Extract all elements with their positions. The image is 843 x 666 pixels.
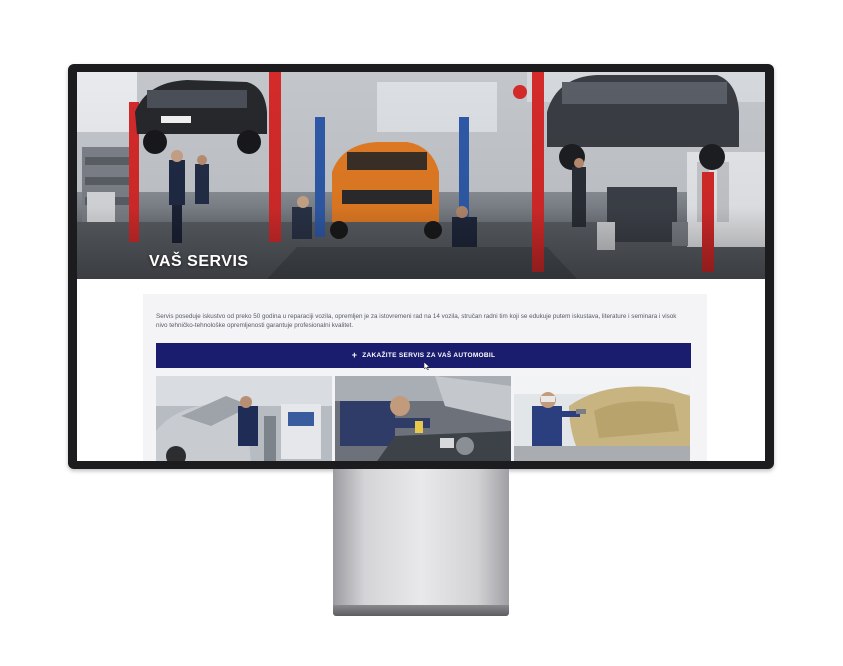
plus-icon: + (351, 350, 358, 360)
website-screen: VAŠ SERVIS Servis poseduje iskustvo od p… (77, 72, 765, 461)
gallery-image-mechanic[interactable] (335, 376, 511, 461)
page-title: VAŠ SERVIS (149, 253, 249, 270)
mouse-cursor-icon (424, 362, 430, 370)
gallery-image-diagnostics[interactable] (156, 376, 332, 461)
gallery-image-paint-shop[interactable] (514, 376, 690, 461)
content-section: Servis poseduje iskustvo od preko 50 god… (143, 294, 707, 461)
workshop-hero-image (77, 72, 765, 279)
intro-paragraph: Servis poseduje iskustvo od preko 50 god… (156, 313, 677, 329)
gallery (156, 376, 691, 461)
monitor-frame: VAŠ SERVIS Servis poseduje iskustvo od p… (68, 64, 774, 469)
book-service-label: ZAKAŽITE SERVIS ZA VAŠ AUTOMOBIL (362, 352, 496, 359)
monitor-stand (333, 469, 509, 605)
hero-banner: VAŠ SERVIS (77, 72, 765, 279)
monitor-stand-base (333, 605, 509, 616)
